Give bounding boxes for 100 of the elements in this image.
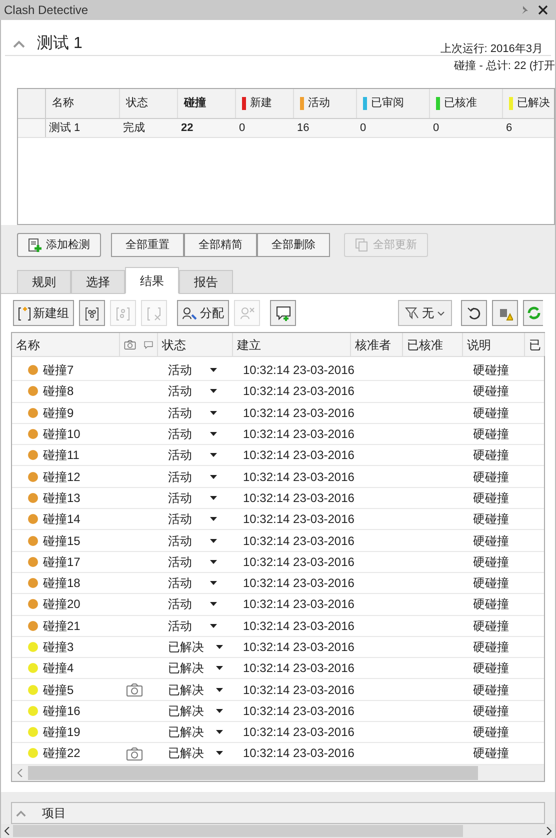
clash-name: 碰撞15	[43, 532, 80, 550]
action-button[interactable]: 全部重置	[111, 233, 184, 257]
clash-name: 碰撞8	[43, 383, 74, 400]
clash-name: 碰撞14	[43, 511, 80, 528]
assign-button[interactable]: 分配	[177, 300, 229, 326]
table-cell: 10:32:14 23-03-2016	[243, 384, 354, 398]
clash-name: 碰撞4	[43, 660, 74, 678]
table-cell: 硬碰撞	[473, 576, 509, 590]
status-text[interactable]: 已解决	[168, 659, 204, 678]
table-cell: 10:32:14 23-03-2016	[243, 682, 354, 697]
table-cell: 10:32:14 23-03-2016	[243, 704, 354, 718]
status-text[interactable]: 活动	[168, 510, 192, 528]
table-cell: 10:32:14 23-03-2016	[243, 597, 354, 612]
status-text[interactable]: 活动	[168, 468, 192, 486]
column-header[interactable]: 已核准	[444, 95, 477, 112]
table-cell-text: 6	[506, 120, 512, 136]
tab[interactable]: 规则	[17, 270, 71, 294]
table-cell-text: 22	[181, 120, 194, 136]
table-cell: 10:32:14 23-03-2016	[243, 725, 354, 740]
status-text[interactable]: 活动	[168, 404, 192, 422]
table-cell: 10:32:14 23-03-2016	[243, 554, 354, 569]
table-cell: 硬碰撞	[473, 406, 509, 420]
clash-name: 碰撞22	[43, 745, 80, 762]
clash-name: 碰撞17	[43, 554, 80, 571]
table-cell: 10:32:14 23-03-2016	[243, 406, 354, 420]
tab[interactable]: 选择	[71, 270, 125, 294]
table-cell: 10:32:14 23-03-2016	[243, 576, 354, 590]
table-cell: 硬碰撞	[473, 384, 509, 398]
table-cell: 硬碰撞	[473, 640, 509, 654]
last-run-text: 上次运行: 2016年3月	[440, 42, 543, 58]
action-button[interactable]: 全部精简	[184, 233, 257, 257]
table-cell: 硬碰撞	[473, 725, 509, 740]
clash-name: 碰撞3	[43, 639, 74, 656]
column-header[interactable]: 活动	[308, 95, 330, 112]
status-text[interactable]: 活动	[168, 552, 192, 571]
column-header[interactable]: 名称	[52, 95, 74, 112]
column-header[interactable]: 已解决	[517, 95, 550, 112]
status-text[interactable]: 活动	[168, 382, 192, 400]
status-text[interactable]: 活动	[168, 532, 192, 550]
new-group-button[interactable]: 新建组	[13, 300, 74, 326]
table-cell: 硬碰撞	[473, 661, 509, 676]
status-text[interactable]: 活动	[168, 595, 192, 614]
clash-name: 碰撞11	[43, 447, 80, 464]
status-text[interactable]: 已解决	[168, 702, 204, 720]
column-header[interactable]: 说明	[467, 336, 491, 354]
status-text[interactable]: 已解决	[168, 638, 204, 656]
table-cell-text: 0	[433, 120, 440, 136]
table-cell: 硬碰撞	[473, 534, 509, 548]
table-cell: 硬碰撞	[473, 682, 509, 697]
table-cell: 硬碰撞	[473, 490, 509, 505]
items-panel-header[interactable]: 项目	[11, 802, 545, 824]
table-cell: 10:32:14 23-03-2016	[243, 427, 354, 442]
clash-name: 碰撞12	[43, 468, 80, 486]
status-text[interactable]: 已解决	[168, 744, 204, 762]
table-cell: 硬碰撞	[473, 704, 509, 718]
window-title: Clash Detective	[4, 2, 88, 19]
status-text[interactable]: 已解决	[168, 723, 204, 742]
table-cell: 硬碰撞	[473, 512, 509, 526]
status-text[interactable]: 活动	[168, 616, 192, 635]
status-text[interactable]: 活动	[168, 574, 192, 592]
column-header[interactable]: 碰撞	[184, 95, 206, 112]
action-button[interactable]: 添加检测	[17, 233, 101, 257]
clash-name: 碰撞13	[43, 490, 80, 507]
table-cell: 10:32:14 23-03-2016	[243, 640, 354, 654]
table-cell-text: 完成	[123, 120, 145, 136]
status-text[interactable]: 活动	[168, 425, 192, 444]
table-cell: 10:32:14 23-03-2016	[243, 618, 354, 633]
column-header[interactable]: 已审阅	[371, 95, 404, 112]
column-header[interactable]: 建立	[237, 336, 261, 354]
table-cell: 10:32:14 23-03-2016	[243, 661, 354, 676]
filter-dropdown[interactable]: 无	[398, 300, 452, 326]
column-header[interactable]: 状态	[126, 95, 148, 112]
clash-name: 碰撞19	[43, 724, 80, 742]
column-header[interactable]: 核准者	[355, 336, 391, 354]
action-button[interactable]: 全部删除	[257, 233, 330, 257]
table-cell: 10:32:14 23-03-2016	[243, 512, 354, 526]
clash-name: 碰撞9	[43, 404, 74, 422]
tab[interactable]: 报告	[179, 270, 233, 294]
table-cell-text: 0	[239, 120, 246, 136]
status-text[interactable]: 活动	[168, 361, 192, 380]
table-cell: 10:32:14 23-03-2016	[243, 534, 354, 548]
table-cell: 硬碰撞	[473, 618, 509, 633]
table-cell: 硬碰撞	[473, 470, 509, 484]
column-header[interactable]: 已核准	[407, 336, 443, 354]
table-cell: 10:32:14 23-03-2016	[243, 470, 354, 484]
table-cell-text: 16	[297, 120, 310, 136]
table-cell: 硬碰撞	[473, 554, 509, 569]
status-text[interactable]: 已解决	[168, 680, 204, 699]
table-cell-text: 0	[360, 120, 366, 136]
tab[interactable]: 结果	[125, 267, 179, 294]
totals-text: 碰撞 - 总计: 22 (打开	[454, 58, 555, 74]
table-cell: 硬碰撞	[473, 363, 509, 378]
status-text[interactable]: 活动	[168, 488, 192, 507]
column-header[interactable]: 状态	[162, 336, 186, 354]
column-header[interactable]: 新建	[250, 95, 272, 112]
status-text[interactable]: 活动	[168, 446, 192, 464]
table-cell: 硬碰撞	[473, 427, 509, 442]
column-header[interactable]: 名称	[16, 336, 40, 354]
clash-name: 碰撞5	[43, 682, 74, 699]
column-header[interactable]: 已	[529, 336, 541, 354]
